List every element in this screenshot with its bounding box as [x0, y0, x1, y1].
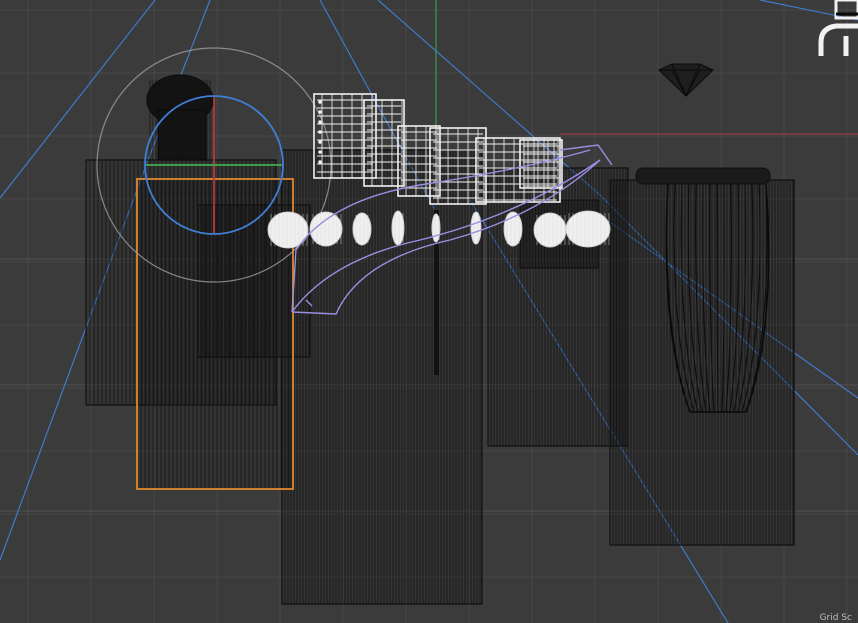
viewport-canvas[interactable]	[0, 0, 858, 623]
wire-box-far-right[interactable]	[609, 179, 795, 546]
gem-icon[interactable]	[658, 63, 714, 97]
light-sphere-9[interactable]	[565, 210, 611, 248]
wire-knob[interactable]	[146, 74, 214, 161]
corner-arc-icon[interactable]	[818, 23, 858, 56]
light-sphere-6[interactable]	[470, 211, 482, 245]
light-sphere-3[interactable]	[352, 212, 372, 246]
light-sphere-4[interactable]	[391, 210, 405, 246]
3d-viewport[interactable]: Grid Sc	[0, 0, 858, 623]
wire-box-center[interactable]	[281, 149, 483, 605]
light-panel-4[interactable]	[429, 127, 487, 205]
grid-scale-label: Grid Sc	[819, 613, 852, 623]
